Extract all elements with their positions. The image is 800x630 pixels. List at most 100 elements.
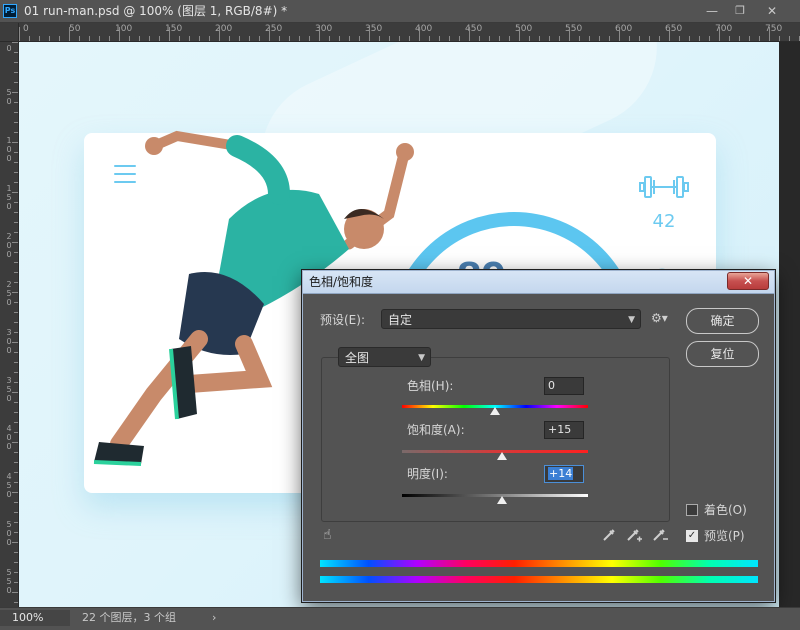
ruler-label: 250 — [265, 24, 283, 34]
ruler-tick — [329, 36, 330, 41]
ruler-tick — [219, 27, 220, 41]
ruler-tick — [449, 36, 450, 41]
ruler-tick — [29, 36, 30, 41]
ruler-tick — [179, 36, 180, 41]
ruler-label: 550 — [565, 24, 583, 34]
hue-slider-thumb[interactable] — [490, 407, 500, 415]
chevron-down-icon: ▼ — [628, 315, 635, 325]
ruler-tick — [79, 36, 80, 41]
ruler-tick — [629, 36, 630, 41]
horizontal-ruler[interactable]: 0 50 100 150 200 250 300 350 400 450 500… — [19, 23, 800, 42]
status-menu-arrow[interactable]: › — [212, 610, 216, 626]
hue-label: 色相(H): — [407, 379, 454, 393]
saturation-label: 饱和度(A): — [407, 423, 465, 437]
preset-label: 预设(E): — [320, 313, 365, 327]
ruler-tick — [609, 36, 610, 41]
ruler-tick — [12, 42, 18, 43]
ruler-tick — [589, 36, 590, 41]
lightness-input[interactable]: +14 — [544, 465, 584, 483]
ruler-tick — [12, 192, 18, 193]
document-tab-title[interactable]: 01 run-man.psd @ 100% (图层 1, RGB/8#) * — [24, 3, 287, 19]
ruler-tick — [12, 92, 18, 93]
ruler-corner[interactable] — [0, 23, 19, 42]
eyedropper-minus-icon[interactable] — [651, 527, 669, 543]
preview-label[interactable]: 预览(P) — [704, 528, 745, 544]
ruler-tick — [99, 36, 100, 41]
ruler-label: 750 — [765, 24, 783, 34]
input-color-spectrum — [320, 560, 758, 567]
ruler-tick — [239, 36, 240, 41]
lightness-slider-track[interactable] — [402, 494, 588, 497]
channel-select[interactable]: 全图 ▼ — [338, 347, 431, 367]
ruler-tick — [499, 36, 500, 41]
ruler-label: 450 — [6, 472, 12, 499]
ruler-tick — [299, 36, 300, 41]
ruler-label: 650 — [665, 24, 683, 34]
eyedropper-plus-icon[interactable] — [625, 527, 643, 543]
ruler-tick — [709, 36, 710, 41]
ruler-label: 400 — [415, 24, 433, 34]
zoom-field[interactable]: 100% — [0, 610, 70, 626]
saturation-input[interactable]: +15 — [544, 421, 584, 439]
ruler-tick — [149, 36, 150, 41]
ruler-label: 200 — [6, 232, 12, 259]
ruler-tick — [12, 442, 18, 443]
ruler-tick — [119, 27, 120, 41]
ruler-label: 0 — [6, 44, 12, 53]
dialog-close-button[interactable]: ✕ — [727, 272, 769, 290]
ruler-tick — [389, 36, 390, 41]
targeted-adjustment-hand-icon[interactable]: ☝ — [323, 527, 332, 543]
ruler-tick — [14, 82, 18, 83]
ruler-tick — [14, 272, 18, 273]
lightness-slider-thumb[interactable] — [497, 496, 508, 504]
ruler-tick — [14, 402, 18, 403]
restore-button[interactable]: ❐ — [726, 1, 754, 21]
ruler-tick — [12, 592, 18, 593]
ruler-tick — [14, 62, 18, 63]
close-window-button[interactable]: ✕ — [758, 1, 786, 21]
document-info: 22 个图层，3 个组 — [82, 611, 176, 624]
ruler-tick — [569, 27, 570, 41]
ruler-tick — [14, 252, 18, 253]
ruler-tick — [14, 312, 18, 313]
ruler-tick — [229, 36, 230, 41]
dialog-titlebar[interactable]: 色相/饱和度 ✕ — [303, 271, 774, 294]
hue-input[interactable]: 0 — [544, 377, 584, 395]
ruler-tick — [14, 412, 18, 413]
reset-button[interactable]: 复位 — [686, 341, 759, 367]
eyedropper-icon[interactable] — [601, 527, 617, 543]
minimize-button[interactable]: — — [698, 1, 726, 21]
ruler-tick — [169, 27, 170, 41]
saturation-slider-track[interactable] — [402, 450, 588, 453]
ruler-tick — [14, 422, 18, 423]
ruler-tick — [14, 602, 18, 603]
vertical-ruler[interactable]: 0 50 100 150 200 250 300 350 400 450 500… — [0, 42, 19, 607]
ruler-tick — [699, 36, 700, 41]
ruler-tick — [14, 322, 18, 323]
preset-options-gear-icon[interactable]: ⚙▾ — [651, 311, 668, 325]
ruler-tick — [349, 36, 350, 41]
ruler-label: 50 — [69, 24, 81, 34]
ruler-tick — [14, 472, 18, 473]
ruler-label: 100 — [115, 24, 133, 34]
ruler-label: 350 — [365, 24, 383, 34]
colorize-checkbox[interactable] — [686, 504, 698, 516]
ruler-tick — [379, 36, 380, 41]
preview-checkbox[interactable]: ✓ — [686, 530, 698, 542]
preset-select[interactable]: 自定 ▼ — [381, 309, 641, 329]
ok-button[interactable]: 确定 — [686, 308, 759, 334]
ruler-tick — [249, 36, 250, 41]
ruler-tick — [409, 36, 410, 41]
ruler-tick — [89, 36, 90, 41]
ruler-label: 300 — [315, 24, 333, 34]
ruler-tick — [14, 382, 18, 383]
ruler-tick — [14, 212, 18, 213]
colorize-label[interactable]: 着色(O) — [704, 502, 747, 518]
saturation-slider-thumb[interactable] — [497, 452, 508, 460]
ruler-label: 450 — [465, 24, 483, 34]
dialog-body: 预设(E): 自定 ▼ ⚙▾ 确定 复位 全图 ▼ 色相(H): 0 饱和度(A):… — [303, 294, 774, 601]
ruler-tick — [719, 27, 720, 41]
ruler-tick — [459, 36, 460, 41]
ruler-label: 150 — [6, 184, 12, 211]
workout-count: 42 — [652, 211, 676, 232]
